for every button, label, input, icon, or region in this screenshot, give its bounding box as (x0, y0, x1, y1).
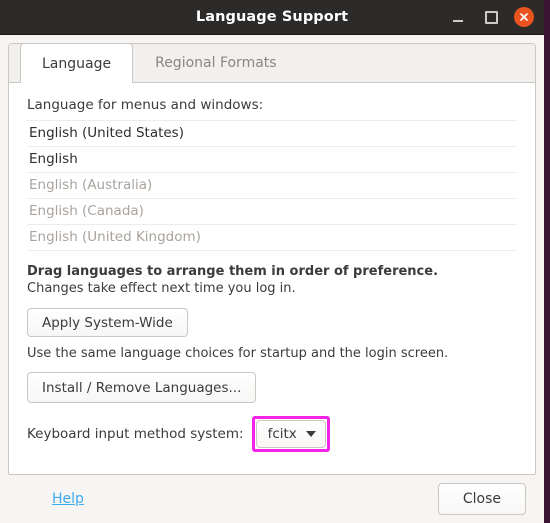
dialog-footer: Help Close (8, 475, 536, 523)
list-item[interactable]: English (United Kingdom) (27, 225, 517, 251)
language-list[interactable]: English (United States) English English … (27, 120, 517, 251)
list-item-label: English (Australia) (29, 177, 153, 193)
close-icon[interactable] (514, 7, 534, 27)
list-item[interactable]: English (Canada) (27, 199, 517, 225)
maximize-icon[interactable] (481, 7, 501, 27)
list-item-label: English (Canada) (29, 203, 144, 219)
minimize-icon[interactable] (448, 7, 468, 27)
title-bar: Language Support (0, 0, 544, 35)
changes-hint: Changes take effect next time you log in… (27, 281, 296, 296)
tab-language[interactable]: Language (20, 44, 134, 83)
list-item-label: English (United States) (29, 125, 184, 141)
input-method-row: Keyboard input method system: fcitx (27, 416, 517, 452)
tab-strip: Language Regional Formats (9, 44, 535, 83)
chevron-down-icon (305, 431, 316, 437)
tab-regional-formats-label: Regional Formats (155, 54, 277, 71)
language-support-window: Language Support Language Regional Forma… (0, 0, 544, 523)
desktop-background-edge (544, 0, 550, 523)
tab-content-language: Language for menus and windows: English … (9, 83, 535, 474)
window-controls (448, 0, 534, 34)
input-method-highlight: fcitx (251, 416, 330, 452)
install-remove-languages-button[interactable]: Install / Remove Languages... (27, 372, 257, 403)
tab-language-label: Language (42, 55, 112, 72)
list-item[interactable]: English (Australia) (27, 173, 517, 199)
apply-system-wide-button[interactable]: Apply System-Wide (27, 308, 188, 337)
drag-hint: Drag languages to arrange them in order … (27, 264, 439, 279)
tab-regional-formats[interactable]: Regional Formats (133, 44, 298, 82)
input-method-dropdown[interactable]: fcitx (255, 420, 326, 448)
close-button[interactable]: Close (437, 483, 526, 515)
language-list-label: Language for menus and windows: (27, 97, 264, 113)
input-method-value: fcitx (267, 426, 297, 442)
list-item-label: English (United Kingdom) (29, 229, 201, 245)
notebook: Language Regional Formats Language for m… (8, 43, 536, 475)
list-item[interactable]: English (United States) (27, 121, 517, 147)
list-item-label: English (29, 151, 78, 167)
help-link[interactable]: Help (18, 491, 84, 507)
window-body: Language Regional Formats Language for m… (0, 35, 544, 523)
list-item[interactable]: English (27, 147, 517, 173)
apply-description: Use the same language choices for startu… (27, 346, 449, 361)
input-method-label: Keyboard input method system: (27, 426, 244, 442)
